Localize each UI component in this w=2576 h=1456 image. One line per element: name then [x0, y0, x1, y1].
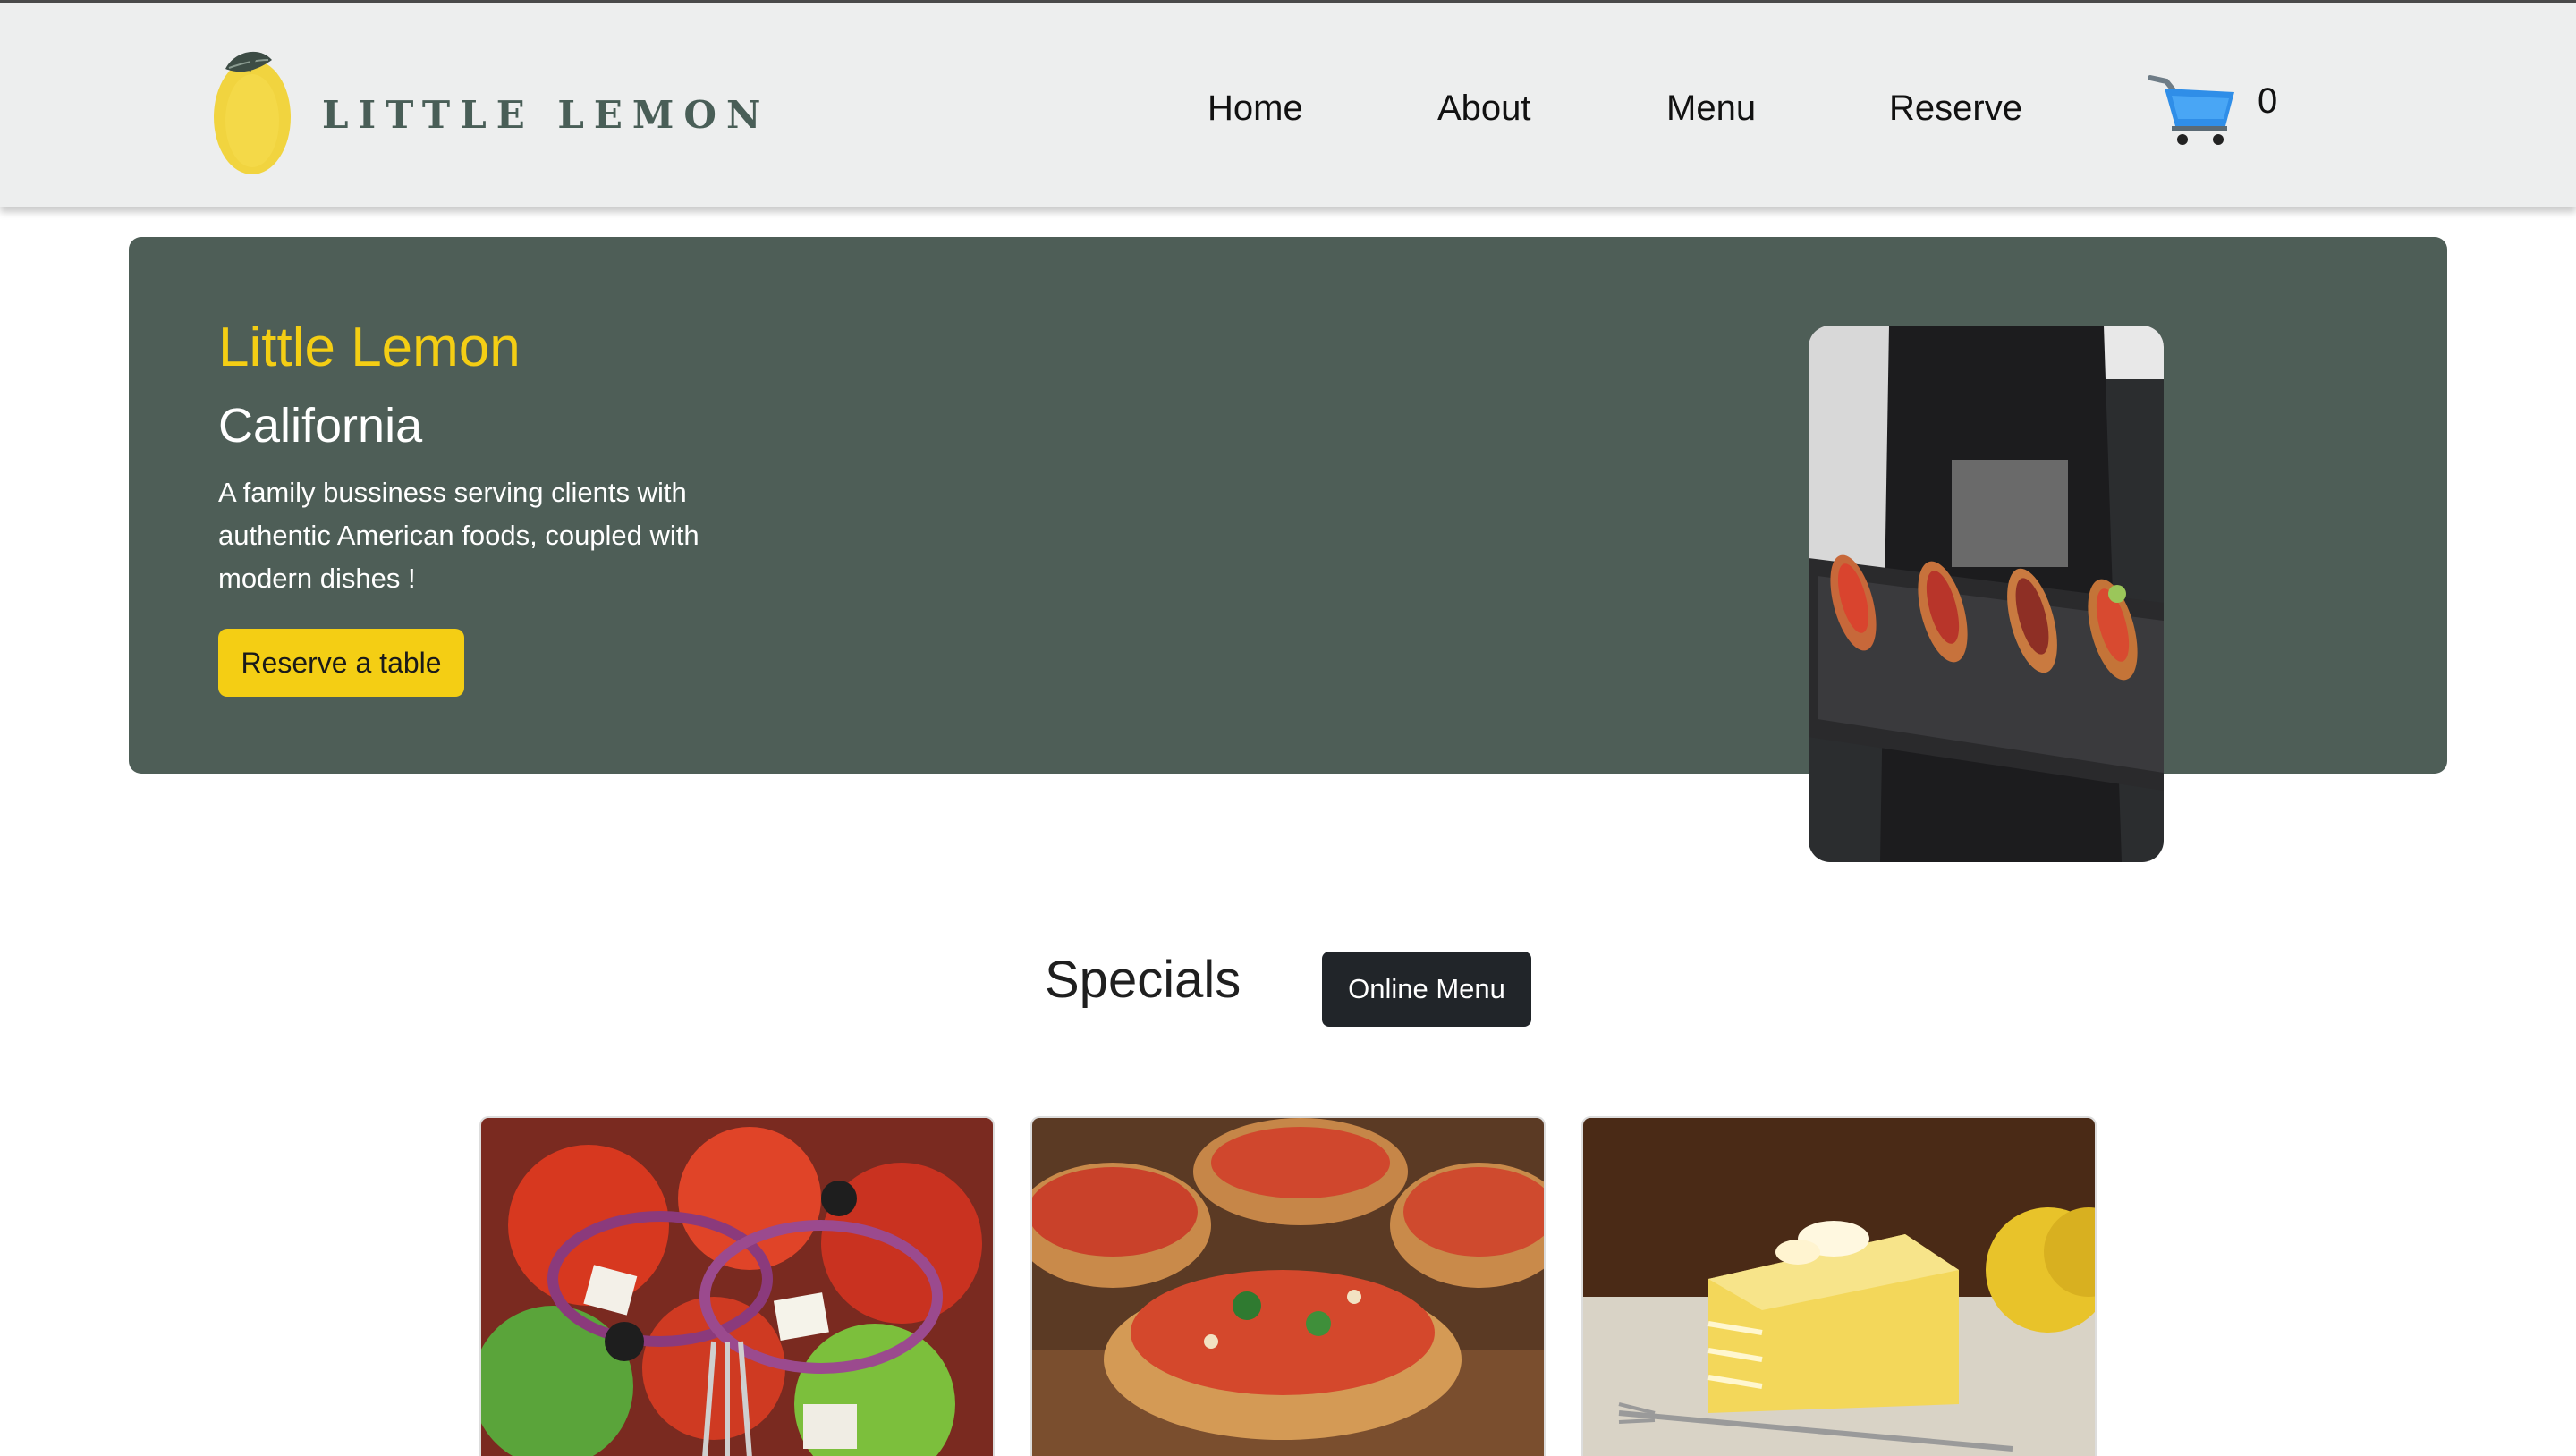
nav-about[interactable]: About: [1437, 85, 1531, 131]
lemon-dessert-image: [1583, 1118, 2095, 1456]
reserve-table-button[interactable]: Reserve a table: [218, 629, 464, 697]
hero-title: Little Lemon: [218, 317, 521, 378]
specials-title: Specials: [1045, 951, 1241, 1009]
greek-salad-image: [481, 1118, 993, 1456]
online-menu-button[interactable]: Online Menu: [1322, 952, 1531, 1027]
lemon-logo-icon: [214, 51, 291, 174]
special-card[interactable]: [479, 1116, 995, 1456]
nav-menu[interactable]: Menu: [1666, 85, 1756, 131]
special-card[interactable]: [1030, 1116, 1546, 1456]
hero-description: A family bussiness serving clients with …: [218, 477, 699, 594]
shopping-cart-icon[interactable]: [2148, 71, 2238, 146]
logo-text: LITTLE LEMON: [322, 92, 771, 137]
special-card[interactable]: [1581, 1116, 2097, 1456]
hero-subtitle: California: [218, 399, 423, 453]
hero-image: [1809, 326, 2164, 862]
logo[interactable]: LITTLE LEMON: [213, 44, 770, 178]
site-header: LITTLE LEMON Home About Menu Reserve 0: [0, 0, 2576, 207]
cart-count: 0: [2258, 81, 2278, 121]
nav-home[interactable]: Home: [1208, 85, 1303, 131]
bruschetta-image: [1032, 1118, 1544, 1456]
nav-reserve[interactable]: Reserve: [1889, 85, 2022, 131]
